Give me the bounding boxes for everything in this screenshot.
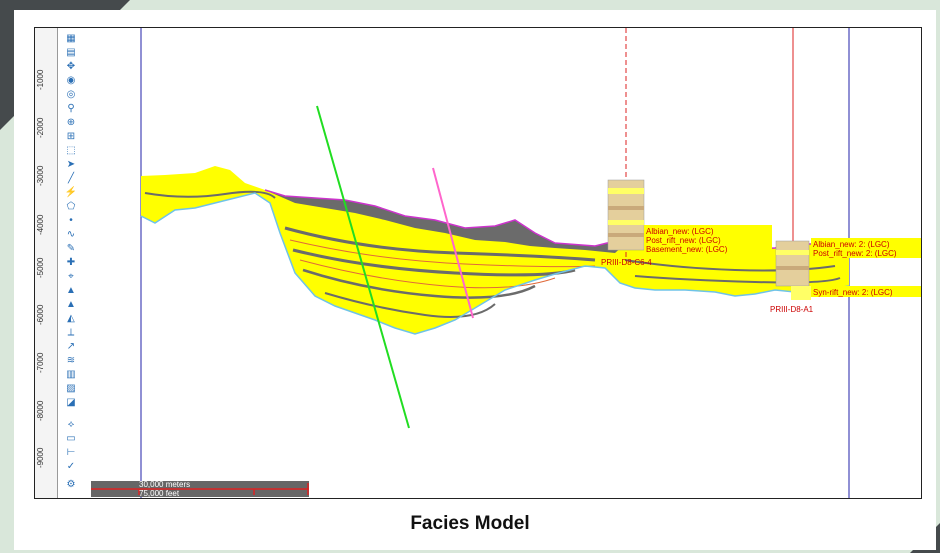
horizon-label: Post_rift_new: 2: (LGC) — [813, 249, 897, 258]
well-name-label-1: PRIII-D8-C6-4 — [601, 258, 652, 267]
well-log-band — [608, 206, 644, 210]
scale-meters-label: 30,000 meters — [139, 480, 191, 489]
scale-feet-label: 75,000 feet — [139, 489, 180, 498]
horizon-label: Albian_new: (LGC) — [646, 227, 714, 236]
well-log-tail — [791, 286, 811, 300]
well-log-band — [776, 266, 809, 270]
figure-caption: Facies Model — [410, 513, 530, 534]
horizon-label: Post_rift_new: (LGC) — [646, 236, 721, 245]
scale-bar-ticks — [91, 483, 309, 495]
horizon-label: Albian_new: 2: (LGC) — [813, 240, 890, 249]
well-log-band — [776, 250, 809, 255]
horizon-label: Basement_new: (LGC) — [646, 245, 728, 254]
slide-background: -1000 -2000 -3000 -4000 -5000 -6000 -700… — [0, 0, 940, 553]
well-log-band — [608, 220, 644, 225]
scale-bar: 30,000 meters 75,000 feet — [91, 480, 309, 498]
well-log-band — [608, 188, 644, 194]
cross-section-viewer[interactable]: -1000 -2000 -3000 -4000 -5000 -6000 -700… — [34, 27, 922, 499]
well-log-column-2 — [775, 240, 810, 287]
cross-section-plot: Albian_new: (LGC) Post_rift_new: (LGC) B… — [140, 28, 921, 498]
horizon-label: Syn-rift_new: 2: (LGC) — [813, 288, 893, 297]
well-log-band — [608, 233, 644, 237]
well-name-label-2: PRIII-D8-A1 — [770, 305, 814, 314]
